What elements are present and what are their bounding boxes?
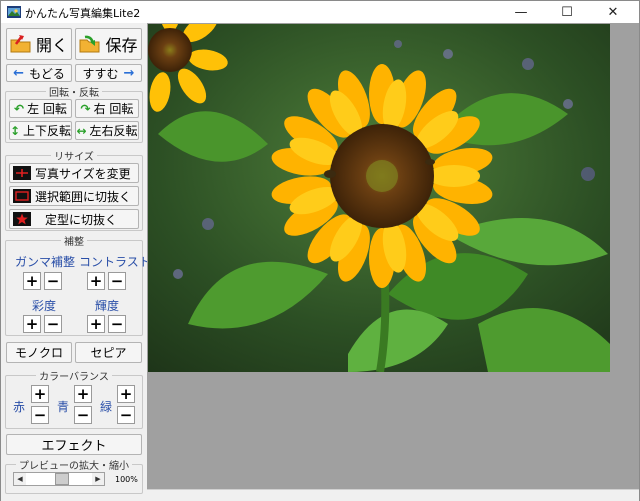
brightness-plus-button[interactable]: + [87,315,105,333]
flip-vertical-label: 上下反転 [23,124,72,138]
horizontal-scrollbar[interactable] [147,489,639,501]
rotate-right-icon: ↷ [80,101,91,116]
maximize-button[interactable]: ☐ [544,1,590,23]
saturation-minus-button[interactable]: − [44,315,62,333]
green-plus-button[interactable]: + [117,385,135,403]
blue-minus-button[interactable]: − [74,406,92,424]
photo-sunflower [148,24,610,372]
zoom-value: 100% [115,475,138,484]
saturation-plus-button[interactable]: + [23,315,41,333]
contrast-label: コントラスト [79,255,151,269]
green-label: 緑 [100,400,113,414]
gamma-label: ガンマ補整 [15,255,76,269]
effect-button[interactable]: エフェクト [6,434,142,455]
open-folder-icon [10,35,31,53]
sepia-button[interactable]: セピア [75,342,142,363]
change-size-button[interactable]: 写真サイズを変更 [9,163,139,183]
flip-vertical-icon: ↕ [9,123,21,138]
red-label: 赤 [13,400,26,414]
rotate-left-label: 左 回転 [27,102,67,116]
contrast-minus-button[interactable]: − [108,272,126,290]
crop-shape-button[interactable]: 定型に切抜く [9,209,139,229]
rotate-right-label: 右 回転 [93,102,134,116]
flip-vertical-button[interactable]: ↕ 上下反転 [9,121,72,140]
saturation-label: 彩度 [32,299,57,313]
red-plus-button[interactable]: + [31,385,49,403]
app-icon [7,6,21,18]
sepia-label: セピア [90,346,127,360]
flip-horizontal-button[interactable]: ↔ 左右反転 [75,121,139,140]
window-title: かんたん写真編集Lite2 [25,7,141,20]
rotate-left-button[interactable]: ↶ 左 回転 [9,99,72,118]
brightness-label: 輝度 [95,299,120,313]
red-minus-button[interactable]: − [31,406,49,424]
blue-plus-button[interactable]: + [74,385,92,403]
app-window: かんたん写真編集Lite2 — ☐ ✕ 開く 保存 ← もどる すすむ → 回転… [0,0,640,501]
forward-label: すすむ [82,66,119,81]
close-button[interactable]: ✕ [590,1,636,23]
arrow-right-icon: → [123,65,135,81]
control-panel: 開く 保存 ← もどる すすむ → 回転・反転 ↶ 左 回転 ↷ 右 回転 ↕ … [1,23,151,501]
rotate-left-icon: ↶ [14,101,25,116]
save-label: 保存 [105,36,138,55]
rotate-right-button[interactable]: ↷ 右 回転 [75,99,139,118]
slider-right-arrow-icon[interactable]: ▶ [92,473,104,485]
gamma-minus-button[interactable]: − [44,272,62,290]
contrast-plus-button[interactable]: + [87,272,105,290]
save-button[interactable]: 保存 [75,28,142,60]
mono-label: モノクロ [14,346,63,360]
color-balance-title: カラーバランス [36,372,112,383]
title-bar: かんたん写真編集Lite2 — ☐ ✕ [1,1,639,23]
back-label: もどる [29,66,65,81]
correction-group-title: 補整 [61,237,87,248]
gamma-plus-button[interactable]: + [23,272,41,290]
flip-horizontal-label: 左右反転 [89,124,138,138]
forward-button[interactable]: すすむ → [75,64,142,82]
open-label: 開く [35,36,68,55]
flip-horizontal-icon: ↔ [76,123,87,138]
slider-thumb[interactable] [55,473,69,485]
preview-zoom-title: プレビューの拡大・縮小 [16,461,132,472]
slider-left-arrow-icon[interactable]: ◀ [14,473,26,485]
mono-button[interactable]: モノクロ [6,342,72,363]
minimize-button[interactable]: — [498,1,544,23]
resize-icon [13,166,31,180]
green-minus-button[interactable]: − [117,406,135,424]
crop-selection-label: 選択範囲に切抜く [35,189,132,204]
effect-label: エフェクト [41,439,107,454]
open-button[interactable]: 開く [6,28,72,60]
brightness-minus-button[interactable]: − [108,315,126,333]
image-canvas[interactable] [147,23,639,489]
rotate-group-title: 回転・反転 [46,88,102,99]
save-folder-icon [79,35,100,53]
resize-group-title: リサイズ [51,152,97,163]
star-icon [13,212,31,226]
crop-selection-icon [13,189,31,203]
change-size-label: 写真サイズを変更 [35,166,131,181]
crop-shape-label: 定型に切抜く [45,212,118,227]
blue-label: 青 [57,400,70,414]
crop-selection-button[interactable]: 選択範囲に切抜く [9,186,139,206]
back-button[interactable]: ← もどる [6,64,72,82]
arrow-left-icon: ← [13,65,25,81]
zoom-slider[interactable]: ◀ ▶ [13,472,105,486]
